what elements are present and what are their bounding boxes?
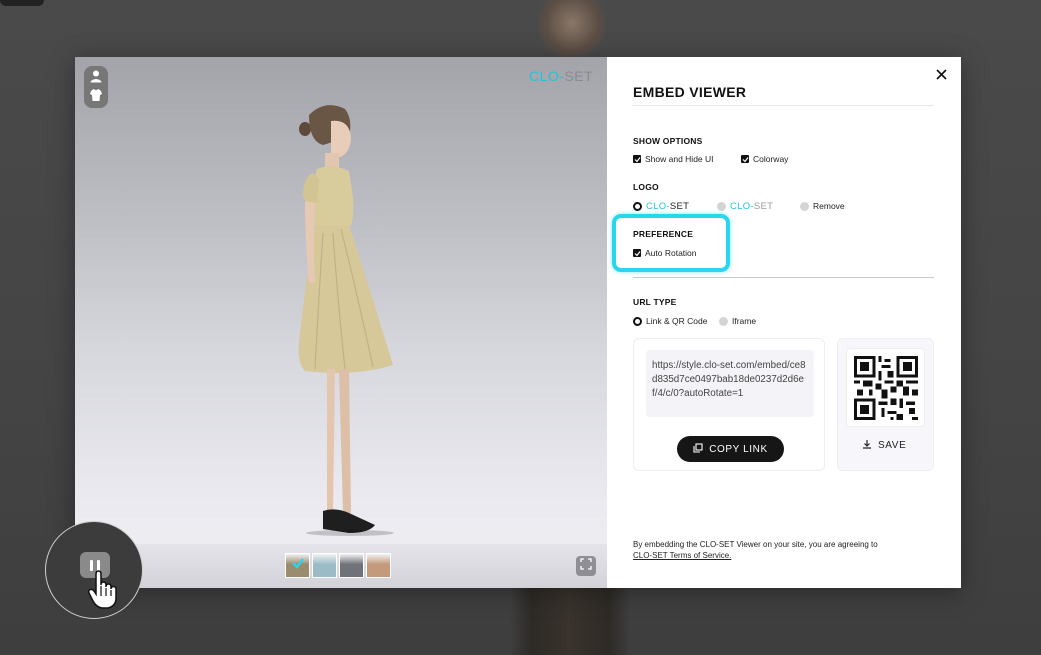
checkbox-label: Auto Rotation (645, 248, 697, 258)
radio-label: Link & QR Code (646, 316, 708, 326)
radio-selected-icon (633, 316, 642, 326)
fullscreen-button[interactable] (576, 556, 596, 576)
logo-option-remove[interactable]: Remove (800, 201, 845, 211)
save-qr-button[interactable]: SAVE (862, 439, 906, 452)
show-options-heading: SHOW OPTIONS (633, 136, 703, 146)
clo-set-logo: CLO-SET (646, 201, 690, 212)
radio-unselected-icon (717, 202, 726, 211)
radio-selected-icon (633, 202, 642, 211)
colorway-checkbox[interactable]: Colorway (741, 154, 788, 164)
copy-icon (693, 442, 703, 456)
close-button[interactable] (932, 67, 950, 85)
checkbox-checked-icon (741, 155, 749, 163)
pause-icon (90, 559, 93, 571)
qr-code-card: SAVE (837, 338, 934, 471)
logo-option-dark[interactable]: CLO-SET (633, 201, 689, 212)
copy-link-button[interactable]: COPY LINK (677, 436, 784, 462)
save-label: SAVE (878, 440, 907, 451)
backdrop-corner (0, 0, 44, 6)
colorway-swatch[interactable] (312, 553, 337, 578)
preference-highlight (612, 214, 730, 272)
radio-unselected-icon (800, 201, 809, 211)
avatar-icon (89, 69, 103, 88)
qr-code-image (846, 348, 925, 427)
fullscreen-icon (580, 557, 592, 575)
logo-option-light[interactable]: CLO-SET (717, 201, 773, 212)
embed-link-card: https://style.clo-set.com/embed/ce8d835d… (633, 338, 825, 471)
show-hide-ui-checkbox[interactable]: Show and Hide UI (633, 154, 714, 164)
preference-heading: PREFERENCE (633, 229, 694, 239)
radio-unselected-icon (719, 316, 728, 326)
iframe-radio[interactable]: Iframe (719, 316, 756, 326)
hand-pointer-cursor-icon (87, 570, 117, 609)
viewer-brand-logo: CLO-SET (529, 68, 594, 84)
divider (633, 277, 934, 278)
terms-disclaimer: By embedding the CLO-SET Viewer on your … (633, 539, 943, 561)
colorway-swatch[interactable] (339, 553, 364, 578)
url-type-heading: URL TYPE (633, 297, 677, 307)
logo-heading: LOGO (633, 182, 659, 192)
shirt-icon (89, 88, 103, 107)
embed-settings-panel: EMBED VIEWER SHOW OPTIONS Show and Hide … (607, 57, 961, 588)
checkbox-checked-icon (633, 249, 641, 257)
auto-rotation-checkbox[interactable]: Auto Rotation (633, 248, 697, 258)
check-icon (291, 556, 305, 575)
close-icon (935, 67, 947, 85)
copy-link-label: COPY LINK (709, 443, 768, 455)
3d-viewer[interactable]: CLO-SET (75, 57, 607, 588)
link-qr-radio[interactable]: Link & QR Code (633, 316, 707, 326)
avatar-in-dress (298, 105, 394, 536)
checkbox-label: Show and Hide UI (645, 154, 714, 164)
garment-toggle-button[interactable] (84, 86, 108, 108)
backdrop-avatar-head (538, 0, 606, 58)
colorway-selector (285, 553, 391, 578)
backdrop-avatar-legs (510, 588, 630, 655)
embed-url-text[interactable]: https://style.clo-set.com/embed/ce8d835d… (646, 350, 814, 417)
colorway-swatch[interactable] (366, 553, 391, 578)
terms-of-service-link[interactable]: CLO-SET Terms of Service. (633, 551, 731, 560)
radio-label: Iframe (732, 316, 757, 326)
download-icon (862, 439, 872, 452)
checkbox-checked-icon (633, 155, 641, 163)
clo-set-logo-light: CLO-SET (730, 201, 774, 212)
embed-viewer-modal: CLO-SET EMBED VIEWER SHOW OPTIONS Show a… (75, 57, 961, 588)
divider (633, 105, 934, 106)
pause-icon (97, 559, 100, 571)
panel-title: EMBED VIEWER (633, 84, 747, 100)
checkbox-label: Colorway (753, 154, 789, 164)
radio-label: Remove (813, 201, 845, 211)
colorway-swatch[interactable] (285, 553, 310, 578)
disclaimer-text: By embedding the CLO-SET Viewer on your … (633, 540, 878, 549)
